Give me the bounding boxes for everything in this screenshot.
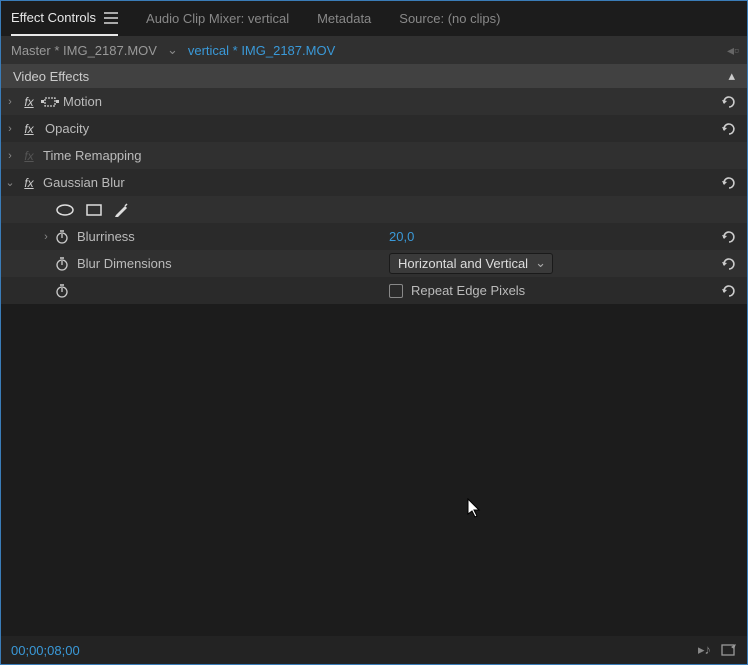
fx-badge-icon[interactable]: fx — [19, 122, 39, 136]
effect-time-remapping[interactable]: fx Time Remapping — [1, 142, 747, 169]
param-label: Blurriness — [77, 229, 217, 244]
tab-audio-mixer[interactable]: Audio Clip Mixer: vertical — [146, 1, 289, 36]
pen-mask-icon[interactable] — [113, 202, 129, 218]
effect-label: Time Remapping — [39, 148, 389, 163]
effect-opacity[interactable]: fx Opacity — [1, 115, 747, 142]
transform-icon[interactable] — [39, 95, 61, 109]
rectangle-mask-icon[interactable] — [85, 203, 103, 217]
blurriness-value[interactable]: 20,0 — [389, 229, 414, 244]
stopwatch-icon[interactable] — [55, 257, 71, 271]
param-blurriness: Blurriness 20,0 — [1, 223, 747, 250]
effect-label: Opacity — [43, 121, 389, 136]
hamburger-icon[interactable] — [104, 12, 118, 24]
effects-list: fx Motion fx Opacity — [1, 88, 747, 304]
effect-gaussian-blur[interactable]: fx Gaussian Blur — [1, 169, 747, 196]
reset-button[interactable] — [720, 176, 738, 190]
file-path-bar: Master * IMG_2187.MOV ⌄ vertical * IMG_2… — [1, 36, 747, 64]
twirl-icon[interactable] — [1, 123, 19, 135]
tab-label: Effect Controls — [11, 10, 96, 25]
mouse-cursor-icon — [467, 498, 483, 518]
reset-button[interactable] — [720, 284, 738, 298]
reset-button[interactable] — [720, 122, 738, 136]
fx-badge-icon[interactable]: fx — [19, 176, 39, 190]
play-only-icon[interactable]: ▸♪ — [698, 642, 711, 658]
param-label: Blur Dimensions — [77, 256, 217, 271]
stopwatch-icon[interactable] — [55, 284, 71, 298]
mask-shapes-row — [1, 196, 747, 223]
reset-button[interactable] — [720, 95, 738, 109]
checkbox-label: Repeat Edge Pixels — [411, 283, 525, 298]
reset-button[interactable] — [720, 257, 738, 271]
top-tabs: Effect Controls Audio Clip Mixer: vertic… — [1, 1, 747, 36]
tab-metadata[interactable]: Metadata — [317, 1, 371, 36]
blur-dimensions-dropdown[interactable]: Horizontal and Vertical — [389, 253, 553, 274]
repeat-edge-checkbox[interactable] — [389, 284, 403, 298]
tab-source[interactable]: Source: (no clips) — [399, 1, 500, 36]
timeline-toggle-icon[interactable]: ◂▫ — [727, 42, 739, 59]
fx-badge-icon[interactable]: fx — [19, 95, 39, 109]
chevron-down-icon[interactable]: ⌄ — [167, 42, 178, 58]
param-repeat-edge: Repeat Edge Pixels — [1, 277, 747, 304]
section-video-effects[interactable]: Video Effects ▴ — [1, 64, 747, 88]
ellipse-mask-icon[interactable] — [55, 203, 75, 217]
twirl-icon[interactable] — [37, 231, 55, 243]
timecode-display[interactable]: 00;00;08;00 — [11, 643, 80, 658]
fx-badge-icon[interactable]: fx — [19, 149, 39, 163]
twirl-icon[interactable] — [1, 150, 19, 162]
twirl-icon[interactable] — [1, 176, 19, 189]
effect-label: Gaussian Blur — [39, 175, 389, 190]
reset-button[interactable] — [720, 230, 738, 244]
collapse-icon[interactable]: ▴ — [728, 68, 735, 84]
bottom-bar: 00;00;08;00 ▸♪ — [1, 636, 747, 664]
sequence-clip-name[interactable]: vertical * IMG_2187.MOV — [188, 43, 335, 58]
effect-motion[interactable]: fx Motion — [1, 88, 747, 115]
stopwatch-icon[interactable] — [55, 230, 71, 244]
param-blur-dimensions: Blur Dimensions Horizontal and Vertical — [1, 250, 747, 277]
tab-effect-controls[interactable]: Effect Controls — [11, 1, 118, 36]
master-clip-name[interactable]: Master * IMG_2187.MOV — [11, 43, 157, 58]
section-label: Video Effects — [13, 69, 89, 84]
effect-label: Motion — [61, 94, 389, 109]
export-frame-icon[interactable] — [721, 642, 737, 658]
twirl-icon[interactable] — [1, 96, 19, 108]
